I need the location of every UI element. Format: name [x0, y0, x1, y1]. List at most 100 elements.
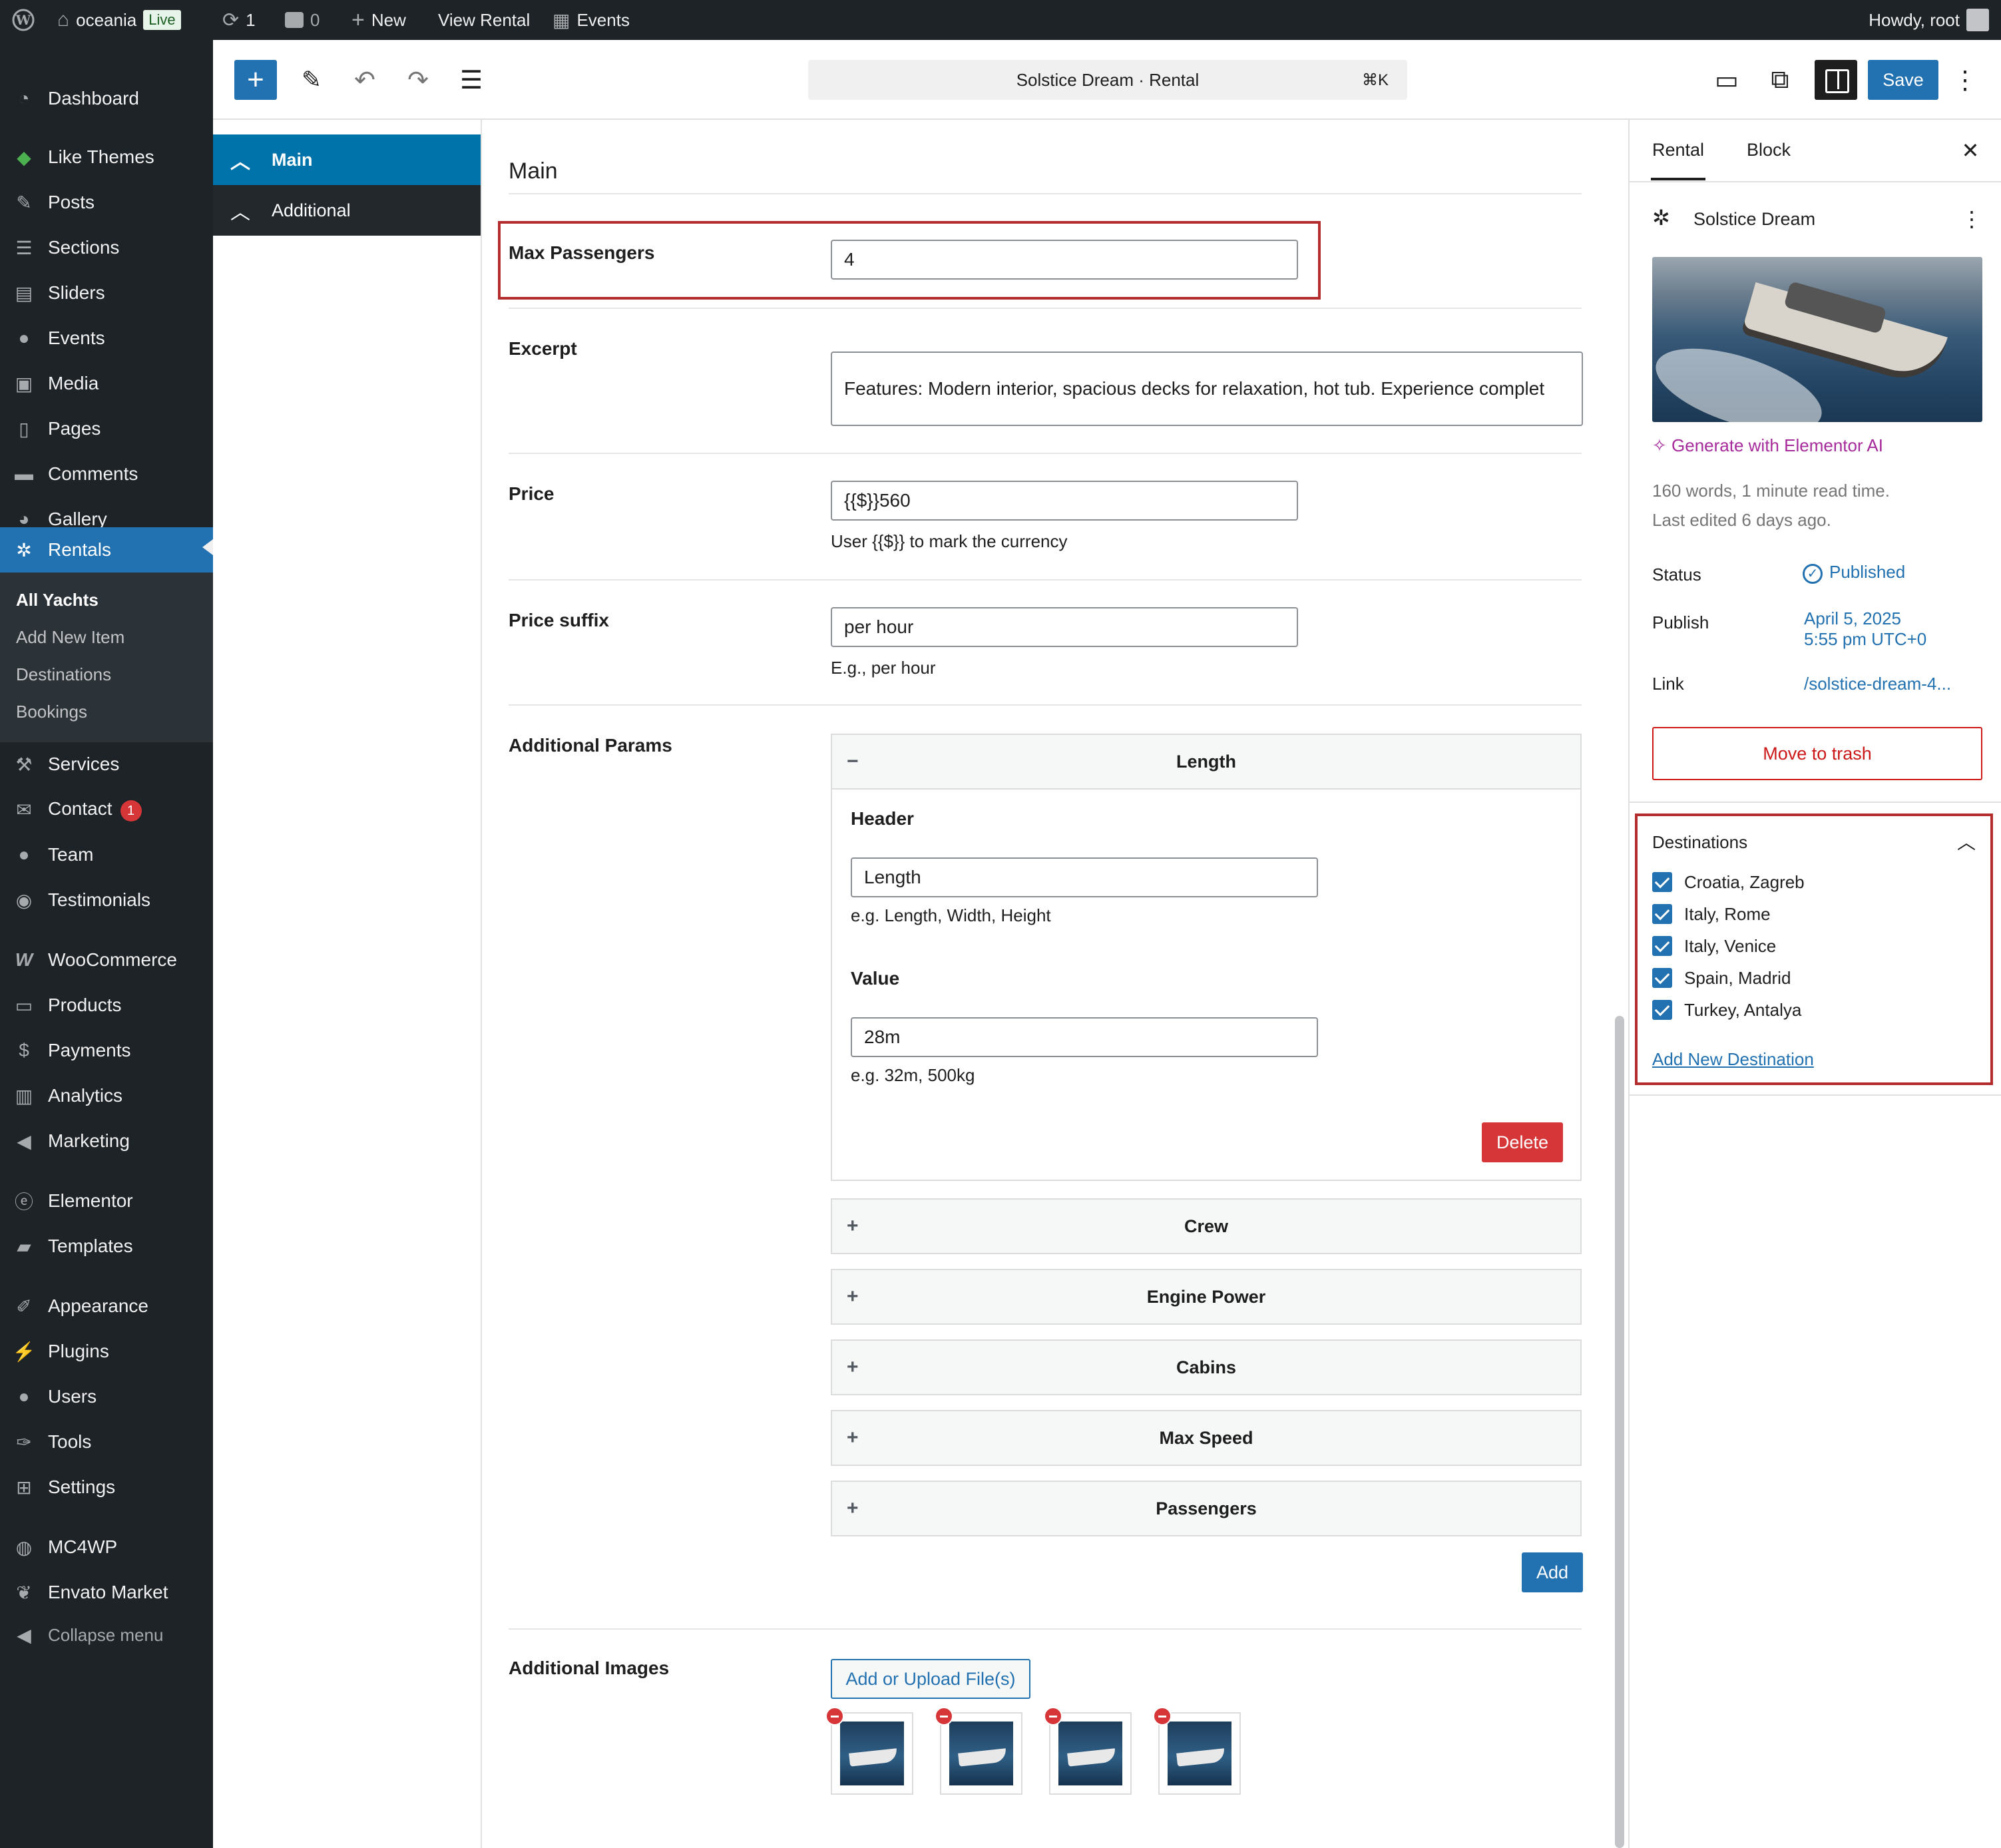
events-link[interactable]: ▦ Events: [553, 0, 630, 40]
submenu-bookings[interactable]: Bookings: [16, 702, 87, 722]
options-button[interactable]: ⋮: [1952, 60, 1978, 100]
menu-templates[interactable]: ▰ Templates: [0, 1226, 213, 1266]
param-accordion-engine-power[interactable]: + Engine Power: [831, 1269, 1582, 1325]
tab-rental[interactable]: Rental: [1650, 140, 1706, 180]
param-accordion-cabins[interactable]: + Cabins: [831, 1339, 1582, 1395]
param-accordion-passengers[interactable]: + Passengers: [831, 1481, 1582, 1536]
menu-contact[interactable]: ✉ Contact 1: [0, 790, 213, 829]
post-actions-button[interactable]: ⋮: [1958, 202, 1985, 236]
menu-products[interactable]: ▭ Products: [0, 985, 213, 1025]
menu-settings[interactable]: ⊞ Settings: [0, 1467, 213, 1507]
menu-comments[interactable]: ▬ Comments: [0, 454, 213, 494]
menu-envato-market[interactable]: ❦ Envato Market: [0, 1572, 213, 1612]
undo-button[interactable]: ↶: [345, 60, 385, 100]
param-value-input[interactable]: 28m: [851, 1017, 1318, 1057]
destination-checkbox[interactable]: [1652, 936, 1672, 956]
move-to-trash-button[interactable]: Move to trash: [1652, 727, 1982, 780]
nav-tab-main[interactable]: ︿ Main: [213, 134, 481, 185]
preview-button[interactable]: ▭: [1707, 60, 1747, 100]
status-button[interactable]: ✓ Published: [1803, 562, 1905, 584]
image-thumbnail[interactable]: [825, 1707, 913, 1795]
account-menu[interactable]: Howdy, root: [1869, 0, 1989, 40]
menu-label: Sliders: [48, 282, 105, 303]
menu-team[interactable]: ● Team: [0, 835, 213, 875]
menu-tools[interactable]: ✑ Tools: [0, 1422, 213, 1462]
remove-image-icon[interactable]: [1153, 1707, 1172, 1726]
menu-pages[interactable]: ▯ Pages: [0, 409, 213, 449]
editor-scrollbar[interactable]: [1615, 1016, 1624, 1848]
price-input[interactable]: {{$}}560: [831, 481, 1298, 521]
menu-testimonials[interactable]: ◉ Testimonials: [0, 880, 213, 920]
destination-checkbox[interactable]: [1652, 904, 1672, 924]
chevron-up-icon[interactable]: ︿: [1957, 828, 1976, 855]
menu-appearance[interactable]: ✐ Appearance: [0, 1286, 213, 1326]
updates-icon: ⟳: [222, 9, 240, 31]
menu-media[interactable]: ▣ Media: [0, 363, 213, 403]
close-sidebar-button[interactable]: ✕: [1954, 130, 1986, 170]
generate-ai-link[interactable]: ✧ Generate with Elementor AI: [1652, 435, 1883, 456]
remove-image-icon[interactable]: [1044, 1707, 1062, 1726]
max-passengers-input[interactable]: 4: [831, 240, 1298, 280]
add-param-button[interactable]: Add: [1522, 1552, 1583, 1592]
nav-tab-additional[interactable]: ︿ Additional: [213, 185, 481, 236]
new-content-link[interactable]: + New: [351, 0, 406, 40]
delete-param-button[interactable]: Delete: [1482, 1122, 1563, 1162]
menu-elementor[interactable]: ⓔ Elementor: [0, 1181, 213, 1221]
submenu-add-new-item[interactable]: Add New Item: [16, 627, 124, 648]
remove-image-icon[interactable]: [825, 1707, 844, 1726]
submenu-all-yachts[interactable]: All Yachts: [16, 590, 99, 610]
image-thumbnail[interactable]: [935, 1707, 1022, 1795]
command-palette-bar[interactable]: Solstice Dream · Rental ⌘K: [808, 60, 1407, 100]
destinations-panel-title[interactable]: Destinations: [1652, 832, 1747, 853]
menu-users[interactable]: ● Users: [0, 1377, 213, 1417]
document-overview-button[interactable]: ☰: [451, 60, 491, 100]
submenu-destinations[interactable]: Destinations: [16, 664, 111, 685]
price-suffix-input[interactable]: per hour: [831, 607, 1298, 647]
menu-services[interactable]: ⚒ Services: [0, 744, 213, 784]
menu-label: Appearance: [48, 1295, 149, 1316]
menu-marketing[interactable]: ◀ Marketing: [0, 1121, 213, 1161]
tab-block[interactable]: Block: [1747, 140, 1791, 160]
menu-rentals[interactable]: ✲ Rentals: [0, 527, 213, 573]
menu-sliders[interactable]: ▤ Sliders: [0, 273, 213, 313]
image-thumbnail[interactable]: [1153, 1707, 1241, 1795]
upload-files-button[interactable]: Add or Upload File(s): [831, 1659, 1030, 1699]
menu-woocommerce[interactable]: W WooCommerce: [0, 940, 213, 980]
menu-events[interactable]: ● Events: [0, 318, 213, 358]
menu-like-themes[interactable]: ◆ Like Themes: [0, 137, 213, 177]
add-new-destination-link[interactable]: Add New Destination: [1652, 1049, 1814, 1070]
view-rental-link[interactable]: View Rental: [438, 0, 530, 40]
updates-link[interactable]: ⟳ 1: [222, 0, 256, 40]
param-accordion-crew[interactable]: + Crew: [831, 1198, 1582, 1254]
menu-analytics[interactable]: ▥ Analytics: [0, 1076, 213, 1116]
nav-tab-label: Additional: [272, 200, 351, 220]
menu-dashboard[interactable]: ◔ Dashboard: [0, 79, 213, 118]
menu-mc4wp[interactable]: ◍ MC4WP: [0, 1527, 213, 1567]
site-name-link[interactable]: ⌂ oceania Live: [57, 0, 181, 40]
destination-checkbox[interactable]: [1652, 1000, 1672, 1020]
menu-plugins[interactable]: ⚡ Plugins: [0, 1331, 213, 1371]
permalink-button[interactable]: /solstice-dream-4...: [1804, 674, 1951, 694]
remove-image-icon[interactable]: [935, 1707, 953, 1726]
publish-date-button[interactable]: April 5, 2025 5:55 pm UTC+0: [1804, 608, 1926, 650]
param-accordion-length[interactable]: − Length: [831, 734, 1582, 790]
wordpress-logo-icon[interactable]: W: [12, 0, 35, 40]
menu-payments[interactable]: $ Payments: [0, 1031, 213, 1070]
save-button[interactable]: Save: [1868, 60, 1938, 100]
menu-posts[interactable]: ✎ Posts: [0, 182, 213, 222]
destination-checkbox[interactable]: [1652, 872, 1672, 892]
settings-sidebar-toggle[interactable]: [1815, 60, 1857, 100]
collapse-menu-button[interactable]: ◀ Collapse menu: [0, 1615, 213, 1655]
destination-checkbox[interactable]: [1652, 968, 1672, 988]
comments-link[interactable]: 0: [285, 0, 320, 40]
param-accordion-max-speed[interactable]: + Max Speed: [831, 1410, 1582, 1466]
featured-image[interactable]: [1652, 257, 1982, 422]
image-thumbnail[interactable]: [1044, 1707, 1132, 1795]
tools-button[interactable]: ✎: [292, 60, 332, 100]
param-header-input[interactable]: Length: [851, 857, 1318, 897]
redo-button[interactable]: ↷: [398, 60, 438, 100]
add-block-button[interactable]: +: [234, 60, 277, 100]
menu-sections[interactable]: ☰ Sections: [0, 228, 213, 268]
view-post-button[interactable]: ⧉: [1760, 60, 1800, 100]
excerpt-textarea[interactable]: Features: Modern interior, spacious deck…: [831, 351, 1583, 426]
